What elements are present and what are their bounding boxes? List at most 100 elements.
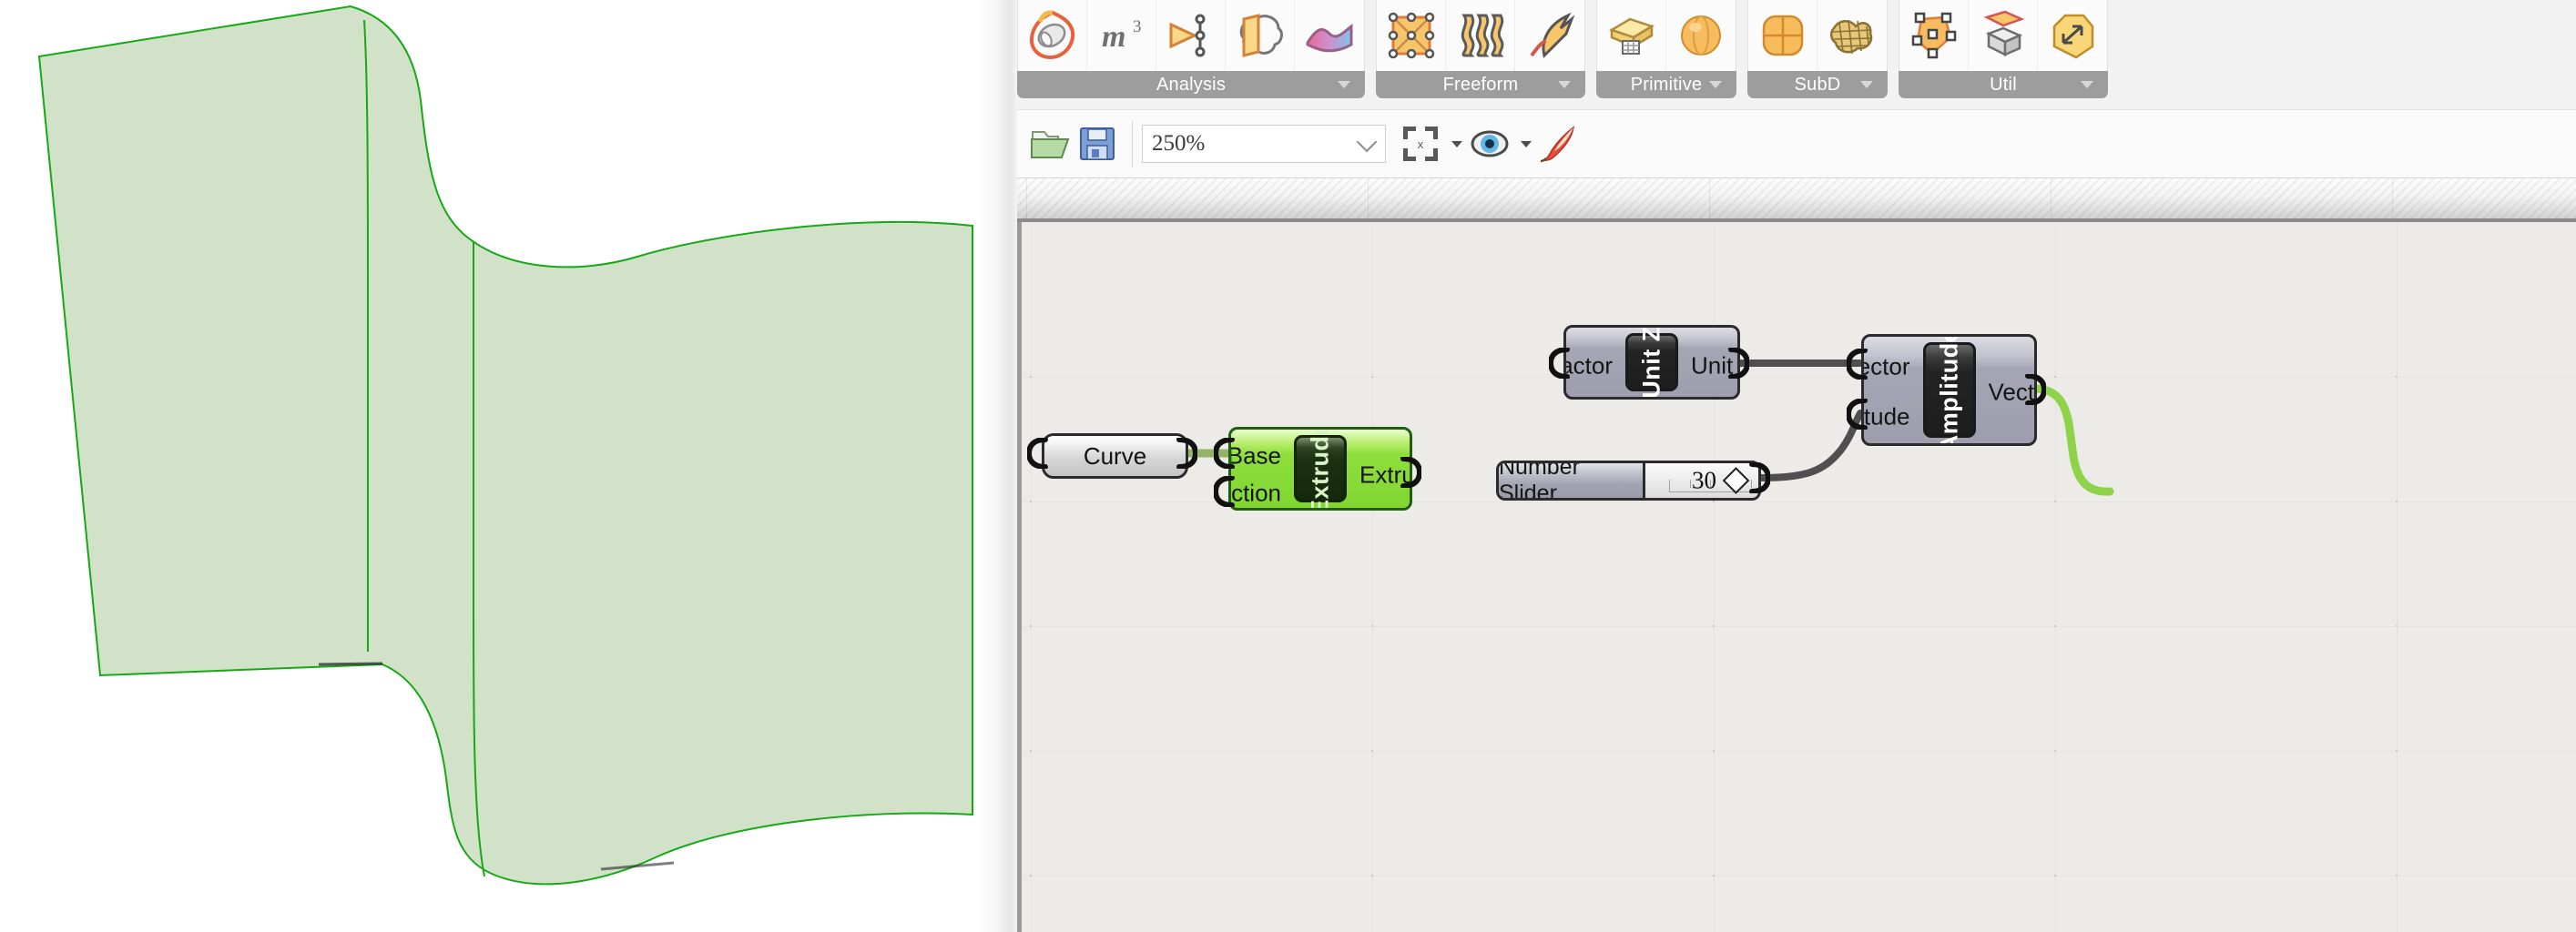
deconstruct-arrow-icon[interactable] bbox=[1156, 0, 1226, 71]
dropdown-triangle-icon[interactable] bbox=[1521, 141, 1532, 147]
ribbon-group-label-text: Primitive bbox=[1631, 75, 1702, 96]
dropdown-triangle-icon[interactable] bbox=[1451, 141, 1462, 147]
extrude-component[interactable]: Base Direction Extrude Extrusion bbox=[1228, 427, 1407, 505]
canvas-toolbar: 250% x bbox=[1017, 109, 2576, 178]
canvas-grid-dot bbox=[1713, 625, 1715, 627]
canvas-grid-dot bbox=[1713, 750, 1715, 752]
viewport-edge-shadow bbox=[978, 0, 1020, 932]
zoom-level-value: 250% bbox=[1143, 131, 1205, 157]
zoom-level-combobox[interactable]: 250% bbox=[1142, 125, 1386, 163]
surface-gradient-icon[interactable] bbox=[1295, 0, 1364, 71]
ribbon-group-icons bbox=[1376, 0, 1585, 71]
ribbon-group-label[interactable]: Primitive bbox=[1596, 71, 1736, 98]
brep-cloud-icon[interactable] bbox=[1226, 0, 1295, 71]
number-slider-tick bbox=[1690, 480, 1691, 488]
curve-param-component[interactable]: Curve bbox=[1042, 433, 1183, 473]
loft-ribbons-icon[interactable] bbox=[1446, 0, 1515, 71]
ribbon-group-label-text: Analysis bbox=[1156, 75, 1226, 96]
ribbon-group-label[interactable]: SubD bbox=[1747, 71, 1888, 98]
canvas-grid-dot bbox=[2054, 625, 2056, 627]
canvas-grid-dot bbox=[1030, 376, 1032, 378]
chevron-down-icon[interactable] bbox=[1357, 132, 1378, 153]
canvas-grid-dot bbox=[2396, 750, 2398, 752]
number-slider-tick bbox=[1669, 480, 1670, 492]
preview-eye-icon[interactable] bbox=[1468, 118, 1512, 169]
extrude-base-port[interactable] bbox=[1214, 438, 1237, 469]
expand-arrow-icon[interactable] bbox=[2081, 81, 2093, 88]
control-point-surface-icon[interactable] bbox=[1377, 0, 1446, 71]
canvas-grid-dot bbox=[2396, 376, 2398, 378]
amplitude-name-nib[interactable]: Amplitude bbox=[1923, 342, 1976, 438]
extrude-extrusion-port[interactable] bbox=[1398, 457, 1421, 488]
amplitude-vector-out-port[interactable] bbox=[2022, 374, 2046, 405]
canvas-grid-dot bbox=[2396, 625, 2398, 627]
amplitude-amplitude-in-port[interactable] bbox=[1847, 399, 1870, 430]
grasshopper-ribbon: m3Analysis Freeform Primitive SubD Util bbox=[1017, 0, 2576, 109]
unit-z-component[interactable]: Factor Unit Z Unit vector bbox=[1563, 325, 1735, 394]
canvas-grid-line-vertical bbox=[2397, 222, 2398, 932]
canvas-grid-dot bbox=[1030, 875, 1032, 876]
number-slider-component[interactable]: Number Slider 30 bbox=[1496, 461, 1756, 495]
rhino-viewport[interactable] bbox=[0, 0, 1020, 932]
canvas-grid-dot bbox=[2054, 875, 2056, 876]
explode-box-icon[interactable] bbox=[1969, 0, 2038, 71]
number-slider-out-port[interactable] bbox=[1746, 462, 1770, 493]
save-disk-icon[interactable] bbox=[1075, 118, 1119, 169]
zoom-extents-icon[interactable]: x bbox=[1399, 118, 1442, 169]
unitz-vector-out-port[interactable] bbox=[1726, 348, 1749, 379]
amplitude-component[interactable]: Vector Amplitude Amplitude Vector bbox=[1861, 334, 2031, 441]
extrude-name-nib[interactable]: Extrude bbox=[1294, 435, 1347, 502]
number-slider-track[interactable]: 30 bbox=[1645, 463, 1758, 498]
ribbon-group-label[interactable]: Freeform bbox=[1376, 71, 1585, 98]
canvas-grid-line-vertical bbox=[1372, 222, 1373, 932]
bake-feather-icon[interactable] bbox=[1537, 118, 1581, 169]
subd-box-icon[interactable] bbox=[1748, 0, 1817, 71]
canvas-grid-dot bbox=[1713, 501, 1715, 502]
extrude-direction-port[interactable] bbox=[1214, 476, 1237, 507]
svg-text:x: x bbox=[1418, 137, 1424, 151]
canvas-grid-dot bbox=[1371, 376, 1373, 378]
ribbon-group-icons: m3 bbox=[1017, 0, 1365, 71]
unitz-factor-port[interactable] bbox=[1549, 348, 1573, 379]
ribbon-group-freeform: Freeform bbox=[1376, 0, 1585, 100]
canvas-grid-dot bbox=[1030, 625, 1032, 627]
canvas-grid-line-horizontal bbox=[1022, 626, 2576, 627]
canvas-grid-dot bbox=[2054, 750, 2056, 752]
canvas-grid-dot bbox=[1713, 875, 1715, 876]
subd-mesh-icon[interactable] bbox=[1817, 0, 1887, 71]
bake-flame-capsule-icon[interactable] bbox=[1018, 0, 1087, 71]
canvas-grid-dot bbox=[2054, 501, 2056, 502]
ribbon-group-primitive: Primitive bbox=[1596, 0, 1736, 100]
extrude-nib-label: Extrude bbox=[1307, 427, 1335, 511]
unit-z-name-nib[interactable]: Unit Z bbox=[1625, 333, 1678, 391]
expand-arrow-icon[interactable] bbox=[1860, 81, 1873, 88]
ribbon-group-label-text: Freeform bbox=[1443, 75, 1519, 96]
ribbon-group-label-text: SubD bbox=[1795, 75, 1841, 96]
curve-output-port[interactable] bbox=[1174, 438, 1197, 469]
ribbon-group-label[interactable]: Analysis bbox=[1017, 71, 1365, 98]
box-plane-icon[interactable] bbox=[1597, 0, 1666, 71]
canvas-grid-dot bbox=[1371, 625, 1373, 627]
sphere-icon[interactable] bbox=[1666, 0, 1736, 71]
open-folder-icon[interactable] bbox=[1028, 118, 1072, 169]
wire-layer bbox=[1022, 222, 2576, 932]
expand-arrow-icon[interactable] bbox=[1558, 81, 1571, 88]
expand-arrow-icon[interactable] bbox=[1709, 81, 1722, 88]
amplitude-vector-in-port[interactable] bbox=[1847, 349, 1870, 380]
curve-input-port[interactable] bbox=[1027, 438, 1051, 469]
ribbon-group-subd: SubD bbox=[1747, 0, 1888, 100]
ribbon-group-label[interactable]: Util bbox=[1899, 71, 2108, 98]
ribbon-group-label-text: Util bbox=[1990, 75, 2017, 96]
control-points-icon[interactable] bbox=[1899, 0, 1969, 71]
curve-param-label: Curve bbox=[1042, 433, 1188, 479]
canvas-grid-dot bbox=[1030, 501, 1032, 502]
sweep-arrow-icon[interactable] bbox=[1515, 0, 1584, 71]
toolbar-separator bbox=[1132, 120, 1133, 167]
grasshopper-canvas[interactable]: Curve Base Direction Extrude bbox=[1017, 222, 2576, 932]
cubic-meter-icon[interactable]: m3 bbox=[1087, 0, 1156, 71]
expand-arrow-icon[interactable] bbox=[1338, 81, 1350, 88]
canvas-grid-dot bbox=[1371, 875, 1373, 876]
number-slider-name: Number Slider bbox=[1499, 463, 1645, 498]
amplitude-nib-label: Amplitude bbox=[1935, 334, 1963, 446]
dimension-tag-icon[interactable] bbox=[2038, 0, 2107, 71]
